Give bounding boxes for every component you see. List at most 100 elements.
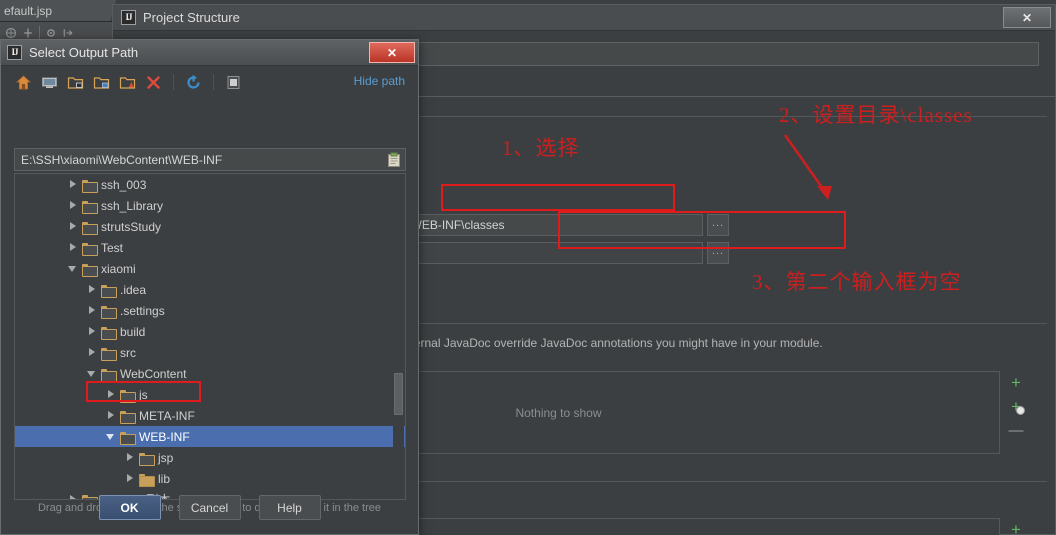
directory-tree[interactable]: ssh_003 ssh_Library strutsStudy Test xiaomi.… — [14, 173, 406, 500]
tree-row[interactable]: .idea — [15, 279, 405, 300]
path-input[interactable]: E:\SSH\xiaomi\WebContent\WEB-INF — [15, 153, 387, 167]
chevron-right-icon[interactable] — [68, 242, 79, 253]
delete-icon[interactable] — [145, 74, 162, 91]
tree-row-label: .idea — [120, 282, 147, 297]
project-structure-titlebar[interactable]: IJ Project Structure ✕ — [113, 5, 1055, 31]
toolbar-divider — [213, 74, 214, 90]
folder-icon — [139, 473, 155, 487]
tree-row-label: META-INF — [139, 408, 195, 423]
tree-row[interactable]: ssh_003 — [15, 174, 405, 195]
annotation-step-2: 2、设置目录\classes — [779, 103, 973, 127]
chevron-right-icon[interactable] — [125, 452, 136, 463]
tree-row[interactable]: lib — [15, 468, 405, 489]
directory-tree-rows: ssh_003 ssh_Library strutsStudy Test xiaomi.… — [15, 174, 405, 499]
folder-icon — [82, 263, 98, 277]
paste-icon[interactable] — [387, 152, 401, 168]
tree-row[interactable]: Test — [15, 237, 405, 258]
folder-icon — [82, 221, 98, 235]
tree-row-label: lib — [158, 471, 171, 486]
tree-row[interactable]: js — [15, 384, 405, 405]
annotation-step-3: 3、第二个输入框为空 — [752, 270, 962, 294]
add-icon[interactable]: + — [1005, 518, 1027, 535]
chevron-right-icon[interactable] — [68, 200, 79, 211]
tree-row[interactable]: xiaomi — [15, 258, 405, 279]
home-icon[interactable] — [15, 74, 32, 91]
folder-icon — [101, 326, 117, 340]
editor-tab-label: efault.jsp — [4, 4, 53, 18]
tree-row-label: build — [120, 324, 146, 339]
new-folder-blue-icon[interactable] — [93, 74, 110, 91]
tree-row[interactable]: jsp — [15, 447, 405, 468]
toolbar-divider — [173, 74, 174, 90]
chevron-right-icon[interactable] — [87, 284, 98, 295]
select-output-path-toolbar: Hide path — [1, 67, 418, 97]
select-output-path-titlebar[interactable]: IJ Select Output Path ✕ — [1, 40, 418, 66]
chevron-right-icon[interactable] — [87, 326, 98, 337]
tree-row[interactable]: META-INF — [15, 405, 405, 426]
folder-icon — [101, 284, 117, 298]
tree-row[interactable]: build — [15, 321, 405, 342]
folder-icon — [101, 368, 117, 382]
intellij-logo-icon: IJ — [7, 45, 22, 60]
chevron-down-icon[interactable] — [106, 431, 117, 442]
editor-tab[interactable]: efault.jsp — [0, 0, 120, 22]
tree-scrollbar-thumb[interactable] — [394, 373, 403, 415]
select-output-path-title: Select Output Path — [29, 45, 139, 60]
remove-icon[interactable]: — — [1005, 419, 1027, 441]
chevron-right-icon[interactable] — [87, 305, 98, 316]
folder-icon — [82, 242, 98, 256]
add-icon[interactable]: + — [1005, 371, 1027, 393]
desktop-icon[interactable] — [41, 74, 58, 91]
annotation-box-radio — [441, 184, 675, 211]
folder-icon — [120, 431, 136, 445]
show-hidden-icon[interactable] — [225, 74, 242, 91]
expand-icon[interactable] — [22, 27, 34, 39]
settings-icon[interactable] — [45, 27, 57, 39]
select-output-path-dialog: IJ Select Output Path ✕ Hide path E:\SSH… — [0, 39, 419, 535]
tree-row[interactable]: WEB-INF — [15, 426, 405, 447]
new-folder-icon[interactable] — [67, 74, 84, 91]
chevron-right-icon[interactable] — [68, 179, 79, 190]
help-button[interactable]: Help — [258, 495, 321, 520]
refresh-icon[interactable] — [185, 74, 202, 91]
path-input-bar[interactable]: E:\SSH\xiaomi\WebContent\WEB-INF — [14, 148, 406, 171]
close-icon[interactable]: ✕ — [369, 42, 415, 63]
tree-row[interactable]: WebContent — [15, 363, 405, 384]
tree-row-label: jsp — [158, 450, 174, 465]
folder-icon — [139, 452, 155, 466]
debug-icon[interactable] — [5, 27, 17, 39]
tree-row-label: src — [120, 345, 136, 360]
project-structure-title: Project Structure — [143, 10, 240, 25]
tree-row-label: strutsStudy — [101, 219, 162, 234]
step-icon[interactable] — [62, 27, 74, 39]
chevron-right-icon[interactable] — [87, 347, 98, 358]
tree-row-label: ssh_003 — [101, 177, 147, 192]
tree-row-label: ssh_Library — [101, 198, 164, 213]
tree-row[interactable]: .settings — [15, 300, 405, 321]
chevron-right-icon[interactable] — [125, 473, 136, 484]
chevron-down-icon[interactable] — [87, 368, 98, 379]
chevron-right-icon[interactable] — [68, 221, 79, 232]
annotation-box-output-path — [558, 211, 846, 249]
folder-icon — [101, 347, 117, 361]
tree-row-label: .settings — [120, 303, 165, 318]
cancel-button[interactable]: Cancel — [178, 495, 241, 520]
annotation-box-webinf — [86, 381, 201, 402]
intellij-logo-icon: IJ — [121, 10, 136, 25]
new-folder-red-icon[interactable] — [119, 74, 136, 91]
close-icon[interactable]: ✕ — [1003, 7, 1051, 28]
hide-path-link[interactable]: Hide path — [354, 74, 405, 88]
tree-row[interactable]: src — [15, 342, 405, 363]
dialog-buttons: OK Cancel Help — [1, 495, 418, 520]
chevron-down-icon[interactable] — [68, 263, 79, 274]
folder-icon — [101, 305, 117, 319]
tree-row[interactable]: ssh_Library — [15, 195, 405, 216]
chevron-right-icon[interactable] — [106, 410, 117, 421]
external-annotations-side-buttons: + — [1004, 518, 1028, 535]
add-from-url-icon[interactable]: + — [1005, 395, 1027, 417]
tree-scrollbar[interactable] — [393, 175, 404, 498]
folder-icon — [120, 410, 136, 424]
tree-row[interactable]: strutsStudy — [15, 216, 405, 237]
ok-button[interactable]: OK — [98, 495, 161, 520]
tree-row-label: WEB-INF — [139, 429, 190, 444]
